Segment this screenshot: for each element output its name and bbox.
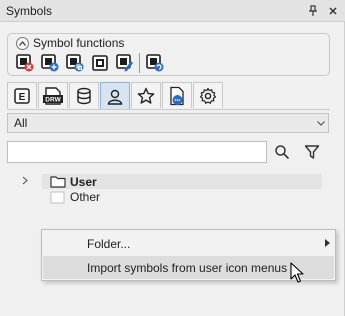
symbol-functions-label: Symbol functions (33, 36, 125, 50)
panel-titlebar: Symbols (0, 0, 345, 22)
tab-document[interactable] (162, 82, 192, 108)
collapse-icon[interactable] (16, 36, 29, 50)
add-symbol-icon[interactable] (39, 52, 60, 73)
select-symbol-icon[interactable] (89, 52, 110, 73)
search-input[interactable] (8, 142, 266, 162)
tab-settings[interactable] (193, 82, 223, 108)
symbol-functions-header: Symbol functions (16, 36, 124, 50)
user-icon (107, 89, 123, 105)
folder-icon (50, 175, 66, 188)
tree-item-other[interactable]: Other (70, 190, 100, 204)
gear-icon (199, 87, 217, 104)
chevron-right-icon[interactable] (20, 174, 30, 186)
replace-symbol-icon[interactable] (144, 52, 165, 73)
panel-title: Symbols (6, 3, 53, 18)
database-icon (77, 87, 91, 104)
filter-dropdown-value: All (14, 116, 28, 130)
menu-item-folder[interactable]: Folder... (43, 232, 334, 255)
filter-icon[interactable] (301, 141, 323, 163)
edit-symbol-icon[interactable] (114, 52, 135, 73)
folder-icon (50, 191, 66, 204)
tabs-divider (7, 109, 330, 110)
symbol-functions-group: Symbol functions (7, 33, 330, 76)
toolbar-separator (139, 52, 140, 73)
search-icon[interactable] (271, 141, 293, 163)
tab-e[interactable]: E (7, 82, 37, 108)
tree-item-label: User (70, 175, 97, 189)
menu-item-label: Import symbols from user icon menus (87, 260, 288, 275)
tab-drw[interactable]: DRW (38, 82, 68, 108)
tab-e-glyph: E (19, 92, 26, 103)
symbol-tabs: E DRW (7, 82, 224, 110)
symbol-functions-toolbar (14, 52, 169, 73)
e-icon: E (14, 87, 30, 104)
close-icon[interactable] (325, 3, 341, 19)
tab-database[interactable] (69, 82, 99, 108)
submenu-arrow-icon (325, 238, 330, 249)
tab-favorites[interactable] (131, 82, 161, 108)
symbols-panel: Symbols Symbol functions E DRW All User … (0, 0, 345, 316)
tab-drw-glyph: DRW (45, 96, 61, 103)
mouse-cursor-icon (290, 262, 306, 284)
document-icon (170, 86, 184, 105)
search-box (7, 141, 267, 163)
pin-icon[interactable] (305, 3, 321, 19)
delete-symbol-icon[interactable] (14, 52, 35, 73)
copy-symbol-icon[interactable] (64, 52, 85, 73)
chevron-down-icon (314, 119, 328, 128)
menu-item-label: Folder... (87, 236, 131, 251)
tab-user[interactable] (100, 82, 130, 110)
filter-dropdown[interactable]: All (7, 113, 329, 133)
star-icon (137, 87, 155, 104)
drw-icon: DRW (43, 86, 63, 105)
